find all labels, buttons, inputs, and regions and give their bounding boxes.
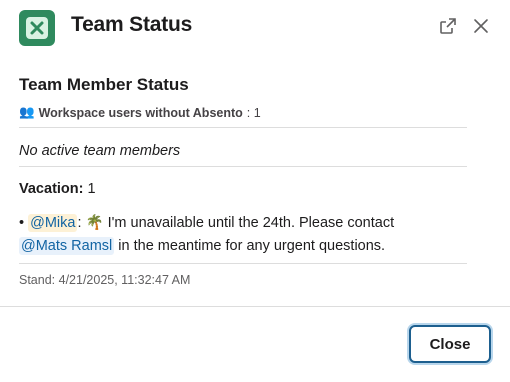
divider — [19, 166, 467, 167]
vacation-count: Vacation: 1 — [19, 181, 96, 197]
no-active-members: No active team members — [19, 143, 181, 159]
users-icon: 👥 — [19, 105, 35, 119]
entry-text: I'm unavailable until the 24th. Please c… — [107, 215, 395, 231]
close-icon[interactable] — [469, 14, 493, 38]
modal-header: Team Status — [0, 0, 510, 54]
mention-mika[interactable]: @Mika — [28, 214, 78, 232]
users-label: Workspace users without Absento — [38, 105, 243, 120]
external-link-icon[interactable] — [436, 14, 460, 38]
modal-title: Team Status — [71, 13, 193, 36]
users-without-absento: 👥 Workspace users without Absento: 1 — [19, 105, 261, 120]
absento-app-icon — [19, 10, 55, 46]
divider — [19, 263, 467, 264]
divider — [19, 127, 467, 128]
stand-timestamp: Stand: 4/21/2025, 11:32:47 AM — [19, 273, 191, 287]
mention-mats-ramsl[interactable]: @Mats Ramsl — [19, 237, 115, 255]
palm-tree-icon: 🌴 — [85, 215, 104, 231]
entry-text: in the meantime for any urgent questions… — [118, 238, 386, 254]
users-count: : 1 — [246, 105, 261, 120]
section-title: Team Member Status — [19, 75, 189, 94]
close-button[interactable]: Close — [409, 325, 491, 363]
vacation-entry: • @Mika: 🌴 I'm unavailable until the 24t… — [19, 214, 395, 255]
vacation-label: Vacation: — [19, 181, 84, 197]
footer-divider — [0, 306, 510, 307]
